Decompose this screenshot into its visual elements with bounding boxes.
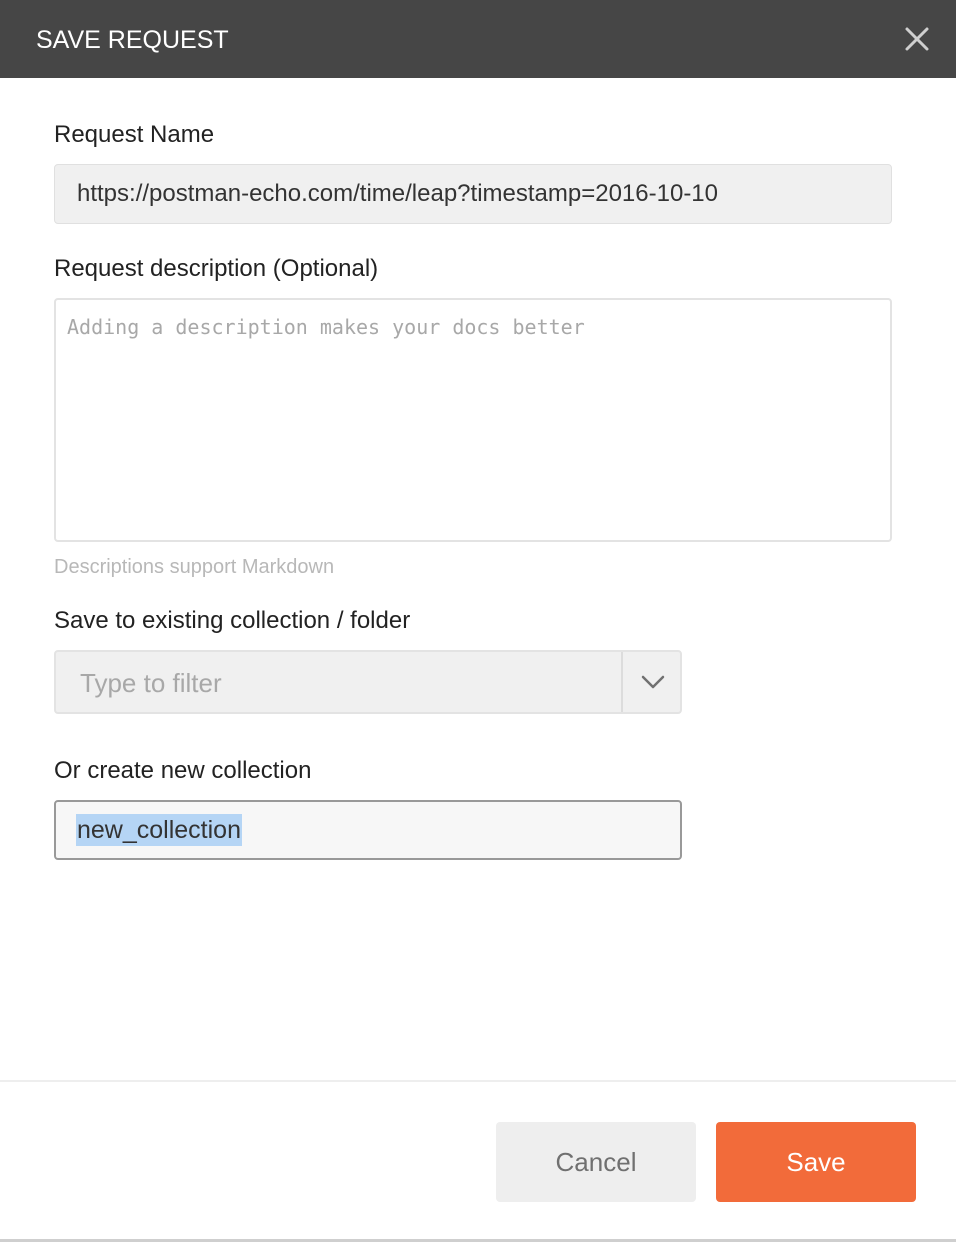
request-name-value: https://postman-echo.com/time/leap?times… [77, 180, 719, 207]
new-collection-label: Or create new collection [54, 757, 312, 784]
markdown-hint: Descriptions support Markdown [54, 556, 335, 578]
close-button[interactable] [904, 26, 930, 52]
request-name-input[interactable]: https://postman-echo.com/time/leap?times… [54, 164, 892, 224]
dialog-header: SAVE REQUEST [0, 0, 956, 78]
save-button[interactable]: Save [716, 1122, 916, 1202]
request-name-label: Request Name [54, 121, 215, 148]
footer-divider [0, 1080, 956, 1082]
request-description-placeholder: Adding a description makes your docs bet… [67, 315, 585, 339]
dropdown-toggle[interactable] [640, 672, 666, 692]
chevron-down-icon [641, 675, 665, 689]
collection-filter-placeholder: Type to filter [80, 668, 222, 698]
dialog-title: SAVE REQUEST [36, 26, 229, 54]
existing-collection-label: Save to existing collection / folder [54, 607, 411, 634]
new-collection-input[interactable]: new_collection [54, 800, 682, 860]
close-icon [905, 27, 929, 51]
save-request-dialog: SAVE REQUEST Request Name https://postma… [0, 0, 956, 1242]
new-collection-value: new_collection [76, 814, 242, 846]
collection-filter-select[interactable]: Type to filter [54, 650, 682, 714]
select-divider [621, 652, 623, 712]
cancel-button[interactable]: Cancel [496, 1122, 696, 1202]
request-description-textarea[interactable]: Adding a description makes your docs bet… [54, 298, 892, 542]
request-description-label: Request description (Optional) [54, 255, 379, 282]
